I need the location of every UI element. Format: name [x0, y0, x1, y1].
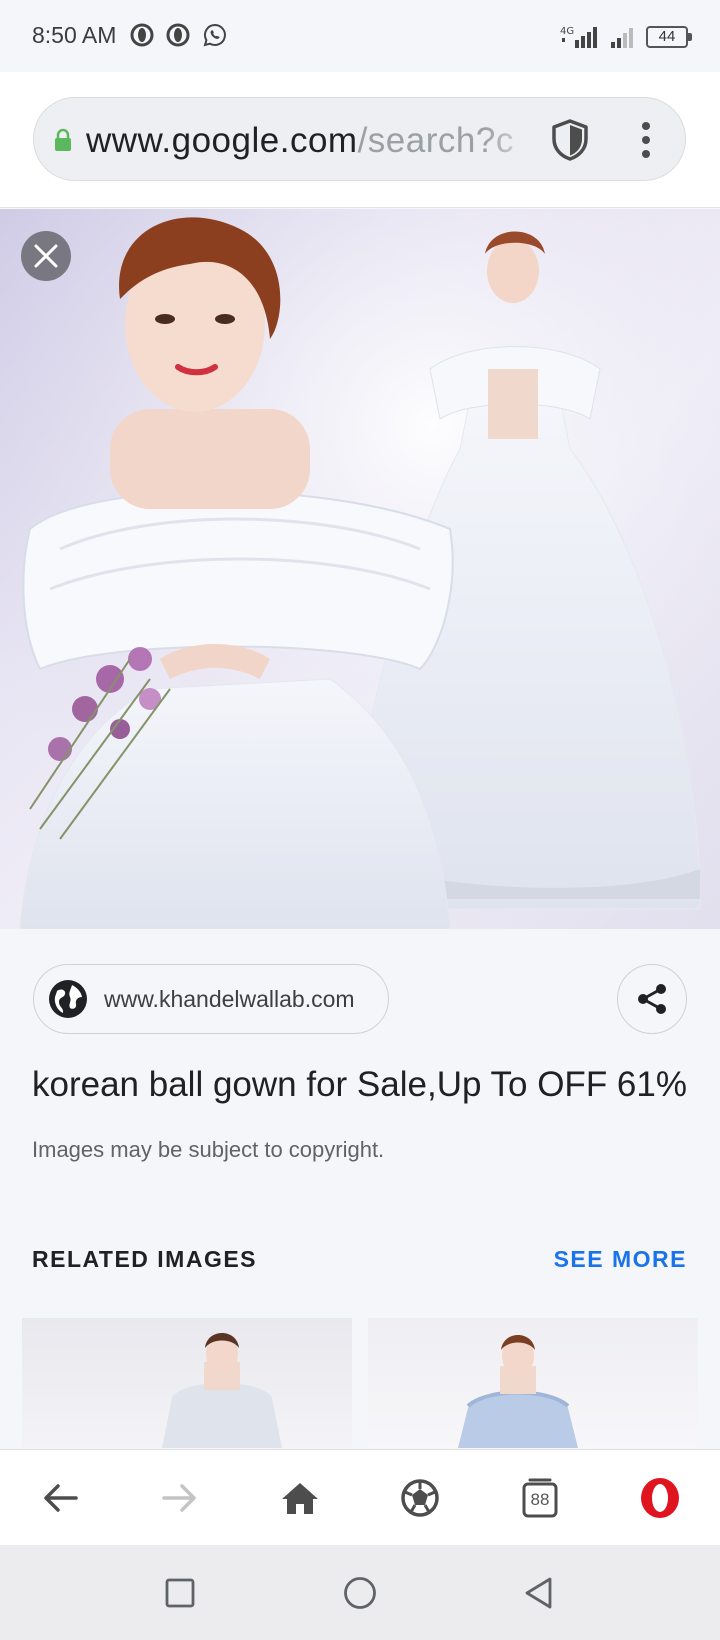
related-image-1: [162, 1333, 282, 1448]
source-site-text: www.khandelwallab.com: [104, 985, 355, 1012]
opera-notification-icon: [130, 23, 154, 47]
image-title: korean ball gown for Sale,Up To OFF 61%: [32, 1065, 687, 1104]
share-icon: [638, 984, 666, 1014]
opera-menu-button[interactable]: [634, 1472, 686, 1524]
status-time: 8:50 AM: [32, 22, 117, 48]
triangle-back-icon: [525, 1577, 552, 1609]
recent-apps-button[interactable]: [158, 1571, 202, 1615]
status-right-icons: 4G 44: [560, 24, 692, 50]
related-images-heading: RELATED IMAGES: [32, 1246, 258, 1272]
opera-notification-icon: [166, 23, 190, 47]
speed-dial-button[interactable]: [394, 1472, 446, 1524]
close-icon: [34, 244, 58, 268]
square-icon: [165, 1578, 195, 1608]
globe-icon: [49, 980, 87, 1018]
network-type-label: 4G: [560, 26, 574, 37]
source-site-link[interactable]: www.khandelwallab.com: [33, 964, 389, 1034]
opera-menu-icon: [641, 1478, 679, 1518]
browser-bottom-bar: 88: [0, 1449, 720, 1545]
system-navigation-bar: [0, 1545, 720, 1640]
url-fade: [484, 112, 554, 168]
address-bar[interactable]: www.google.com/search?c: [33, 97, 686, 181]
back-icon: [44, 1484, 78, 1512]
circle-icon: [344, 1577, 376, 1609]
url-host: www.google.com: [86, 121, 358, 160]
related-image-thumbnail[interactable]: [368, 1318, 698, 1448]
home-button[interactable]: [274, 1472, 326, 1524]
system-back-button[interactable]: [516, 1571, 560, 1615]
battery-level: 44: [658, 28, 676, 45]
browser-toolbar: www.google.com/search?c: [0, 72, 720, 208]
related-image-2: [458, 1335, 578, 1448]
speed-dial-icon: [401, 1479, 439, 1517]
shield-icon[interactable]: [549, 118, 591, 162]
tabs-icon: 88: [522, 1478, 558, 1518]
forward-icon: [162, 1484, 196, 1512]
menu-dots-icon[interactable]: [634, 120, 658, 160]
wedding-gown-photo: [0, 209, 720, 929]
lock-icon: [55, 128, 71, 151]
whatsapp-icon: [203, 23, 226, 47]
back-button[interactable]: [34, 1472, 86, 1524]
signal-icon: [611, 28, 633, 48]
tabs-button[interactable]: 88: [514, 1472, 566, 1524]
copyright-note: Images may be subject to copyright.: [32, 1137, 385, 1162]
close-button[interactable]: [21, 231, 71, 281]
system-home-button[interactable]: [338, 1571, 382, 1615]
related-image-thumbnail[interactable]: [22, 1318, 352, 1448]
signal-icon: 4G: [560, 26, 597, 48]
battery-icon: 44: [646, 26, 692, 48]
status-bar: 8:50 AM 4G 44: [0, 0, 720, 72]
preview-image[interactable]: [0, 209, 720, 929]
see-more-link[interactable]: SEE MORE: [554, 1246, 687, 1273]
share-button[interactable]: [617, 964, 687, 1034]
home-icon: [282, 1483, 318, 1514]
tabs-count: 88: [530, 1490, 550, 1509]
forward-button[interactable]: [154, 1472, 206, 1524]
url-text[interactable]: www.google.com/search?c: [86, 118, 541, 164]
